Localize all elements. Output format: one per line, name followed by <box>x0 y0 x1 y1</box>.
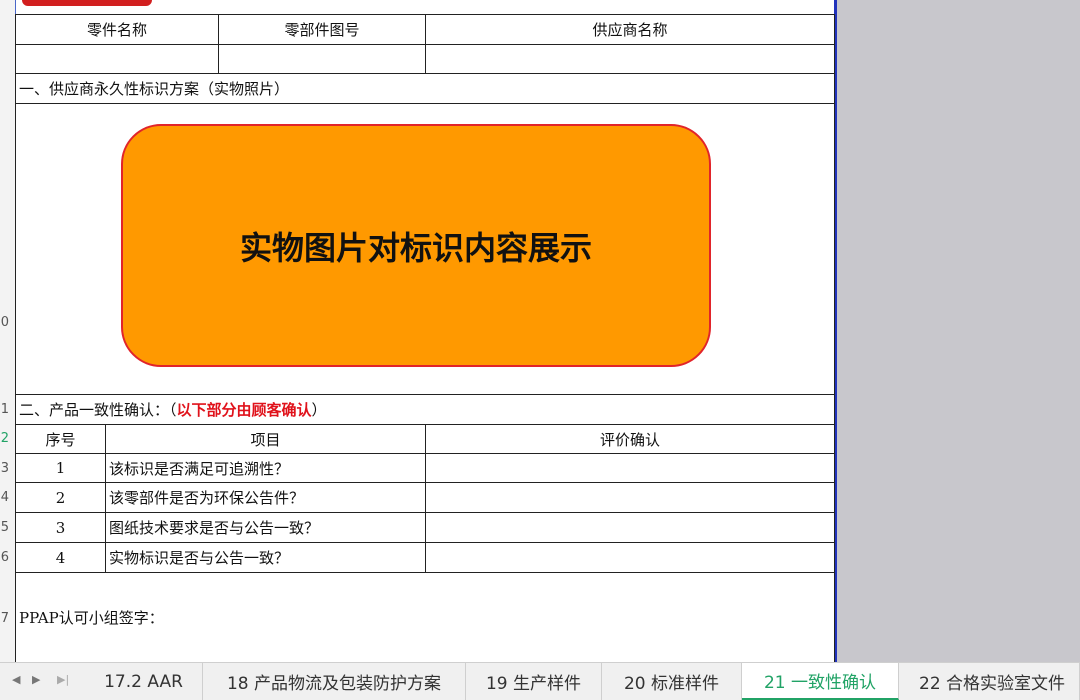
sheet-tab-active[interactable]: 21 一致性确认 <box>742 663 899 700</box>
row-number[interactable]: 7 <box>0 611 9 626</box>
table-row-eval[interactable] <box>425 482 835 513</box>
row-number[interactable]: 6 <box>0 550 9 565</box>
section1-title-cell[interactable]: 一、供应商永久性标识方案（实物照片） <box>15 73 835 104</box>
cell-part-drawing-header[interactable]: 零部件图号 <box>218 14 426 45</box>
row-number[interactable]: 4 <box>0 490 9 505</box>
table-row-eval[interactable] <box>425 453 835 483</box>
sheet-tab[interactable]: 18 产品物流及包装防护方案 <box>203 663 466 700</box>
table-row-no[interactable]: 4 <box>15 542 106 573</box>
section2-title-cell[interactable]: 二、产品一致性确认：（ 以下部分由顾客确认） <box>15 394 835 425</box>
next-sheet-icon[interactable]: ▶ <box>32 673 40 686</box>
row-number[interactable]: 3 <box>0 461 9 476</box>
cell-supplier-header[interactable]: 供应商名称 <box>425 14 835 45</box>
sheet-tab[interactable]: 17.2 AAR <box>85 663 203 700</box>
table-row-no[interactable]: 2 <box>15 482 106 513</box>
table-row-no[interactable]: 1 <box>15 453 106 483</box>
row-number[interactable]: 5 <box>0 520 9 535</box>
table-row-eval[interactable] <box>425 542 835 573</box>
outside-print-area <box>836 0 1080 662</box>
cell-part-name-header[interactable]: 零件名称 <box>15 14 219 45</box>
row-header-column[interactable]: 0 1 2 3 4 5 6 7 <box>0 0 16 662</box>
sheet-tab-bar: ◀ ▶ ▶| 17.2 AAR 18 产品物流及包装防护方案 19 生产样件 2… <box>0 662 1080 700</box>
col-header-item[interactable]: 项目 <box>105 424 426 454</box>
photo-placeholder-shape[interactable]: 实物图片对标识内容展示 <box>121 124 711 367</box>
cell-part-name-value[interactable] <box>15 44 219 74</box>
row-number[interactable]: 1 <box>0 402 9 417</box>
table-row-item[interactable]: 实物标识是否与公告一致？ <box>105 542 426 573</box>
table-row-item[interactable]: 图纸技术要求是否与公告一致？ <box>105 512 426 543</box>
table-row-item[interactable]: 该零部件是否为环保公告件？ <box>105 482 426 513</box>
signature-cell[interactable]: PPAP认可小组签字： <box>15 572 835 662</box>
table-row-no[interactable]: 3 <box>15 512 106 543</box>
row-number[interactable]: 2 <box>0 431 9 446</box>
table-row-eval[interactable] <box>425 512 835 543</box>
table-row-item[interactable]: 该标识是否满足可追溯性？ <box>105 453 426 483</box>
col-header-no[interactable]: 序号 <box>15 424 106 454</box>
last-sheet-icon[interactable]: ▶| <box>57 673 69 686</box>
sheet-tab[interactable]: 22 合格实验室文件 <box>899 663 1080 700</box>
customer-confirm-note: 以下部分由顾客确认 <box>176 401 312 419</box>
prev-sheet-icon[interactable]: ◀ <box>12 673 20 686</box>
signature-label: PPAP认可小组签字： <box>19 609 164 627</box>
company-logo <box>22 0 152 6</box>
col-header-eval[interactable]: 评价确认 <box>425 424 835 454</box>
cell-part-drawing-value[interactable] <box>218 44 426 74</box>
sheet-tab[interactable]: 20 标准样件 <box>602 663 742 700</box>
cell-supplier-value[interactable] <box>425 44 835 74</box>
row-number[interactable]: 0 <box>0 315 9 330</box>
sheet-tab[interactable]: 19 生产样件 <box>466 663 602 700</box>
